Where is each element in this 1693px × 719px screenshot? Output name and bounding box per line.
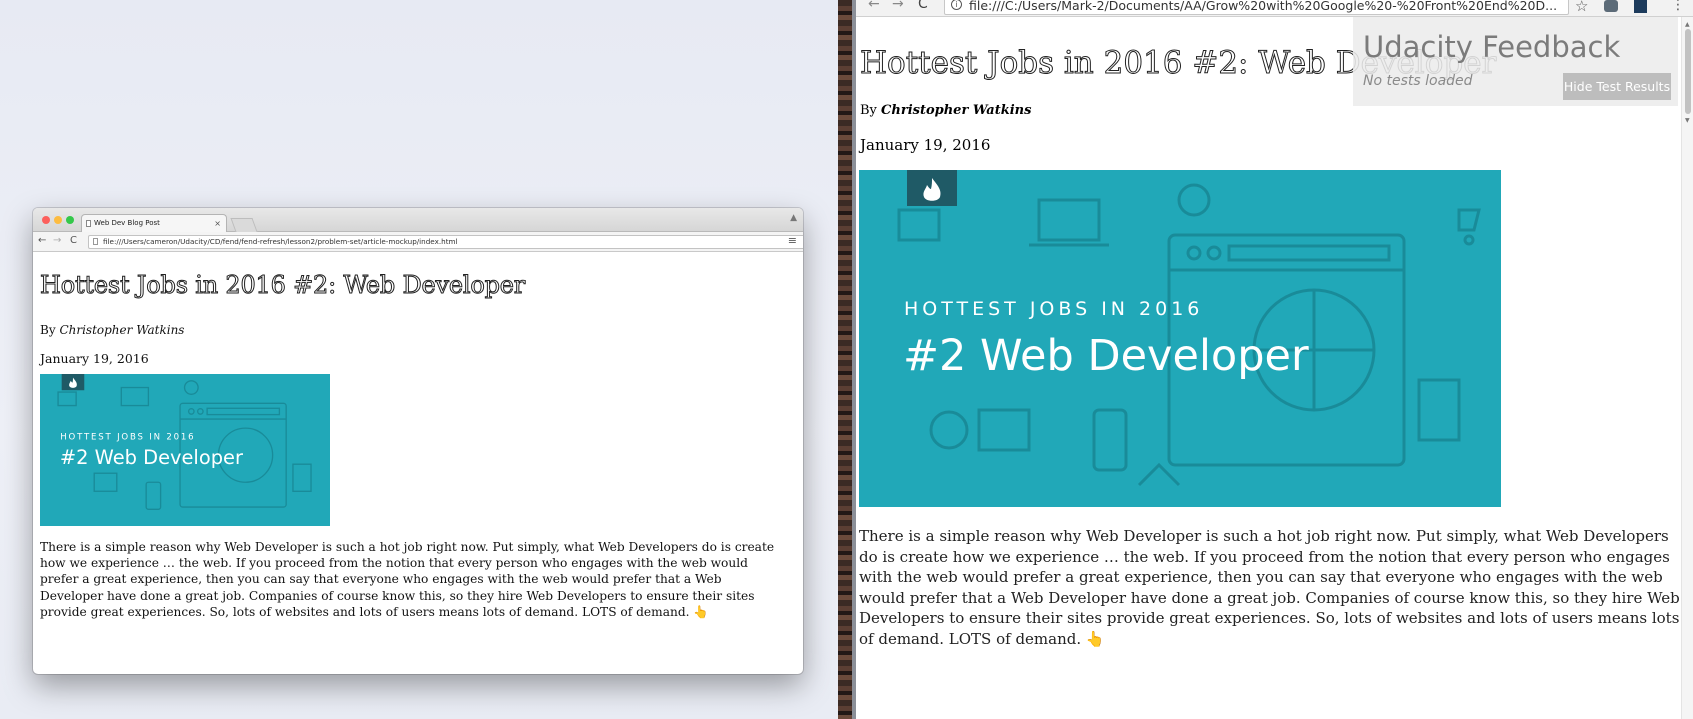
byline-prefix: By xyxy=(40,323,56,337)
hide-test-results-button[interactable]: Hide Test Results xyxy=(1563,73,1671,100)
extension-icon[interactable] xyxy=(1604,0,1618,12)
screen: Web Dev Blog Post × ▲ ← → C file:///User… xyxy=(0,0,1693,719)
svg-text:HOTTEST JOBS IN 2016: HOTTEST JOBS IN 2016 xyxy=(904,298,1203,320)
article-body: There is a simple reason why Web Develop… xyxy=(40,539,786,620)
mac-browser-window: Web Dev Blog Post × ▲ ← → C file:///User… xyxy=(33,208,803,674)
svg-text:#2 Web Developer: #2 Web Developer xyxy=(60,446,243,469)
mac-titlebar[interactable]: Web Dev Blog Post × ▲ xyxy=(33,208,803,232)
maximize-window-button[interactable] xyxy=(66,216,74,224)
chrome-browser-window: ← → C i file:///C:/Users/Mark-2/Document… xyxy=(856,0,1693,719)
file-icon xyxy=(93,238,98,245)
scrollbar[interactable]: ▲ ▼ xyxy=(1681,17,1693,719)
tab-close-icon[interactable]: × xyxy=(214,215,221,232)
menu-icon[interactable]: ⋮ xyxy=(1671,0,1685,13)
author-name: Christopher Watkins xyxy=(59,323,185,337)
svg-text:#2 Web Developer: #2 Web Developer xyxy=(903,331,1309,381)
scroll-up-icon[interactable]: ▲ xyxy=(1685,21,1690,28)
article-date: January 19, 2016 xyxy=(40,351,149,366)
scrollbar-thumb[interactable] xyxy=(1685,29,1691,114)
menu-icon[interactable]: ≡ xyxy=(788,234,797,247)
article-body: There is a simple reason why Web Develop… xyxy=(859,526,1689,650)
article-byline: By Christopher Watkins xyxy=(40,323,184,337)
close-window-button[interactable] xyxy=(42,216,50,224)
address-bar[interactable]: i file:///C:/Users/Mark-2/Documents/AA/G… xyxy=(944,0,1569,15)
page-content: Hottest Jobs in 2016 #2: Web Developer B… xyxy=(33,253,803,674)
tab-title: Web Dev Blog Post xyxy=(94,219,160,227)
article-date: January 19, 2016 xyxy=(860,136,991,154)
byline-prefix: By xyxy=(860,103,877,118)
udacity-feedback-title: Udacity Feedback xyxy=(1363,30,1621,64)
minimize-window-button[interactable] xyxy=(54,216,62,224)
udacity-feedback-panel: Udacity Feedback No tests loaded Hide Te… xyxy=(1353,17,1678,106)
svg-text:HOTTEST JOBS IN 2016: HOTTEST JOBS IN 2016 xyxy=(60,432,195,442)
author-name: Christopher Watkins xyxy=(881,103,1032,118)
page-content: Hottest Jobs in 2016 #2: Web Developer B… xyxy=(856,17,1693,719)
article-byline: By Christopher Watkins xyxy=(860,103,1031,118)
pointing-up-icon: 👆 xyxy=(1085,629,1105,648)
profile-icon[interactable]: ▲ xyxy=(790,213,797,223)
hero-image: HOTTEST JOBS IN 2016 #2 Web Developer xyxy=(40,374,330,526)
address-bar[interactable]: file:///Users/cameron/Udacity/CD/fend/fe… xyxy=(88,235,803,249)
reload-icon[interactable]: C xyxy=(918,0,928,12)
chrome-toolbar: ← → C i file:///C:/Users/Mark-2/Document… xyxy=(856,0,1693,17)
test-status: No tests loaded xyxy=(1363,73,1473,89)
address-bar-text: file:///Users/cameron/Udacity/CD/fend/fe… xyxy=(103,237,458,246)
forward-icon[interactable]: → xyxy=(892,0,904,12)
scroll-down-icon[interactable]: ▼ xyxy=(1685,117,1690,124)
forward-icon[interactable]: → xyxy=(53,235,61,246)
pointing-up-icon: 👆 xyxy=(693,604,709,619)
mac-toolbar: ← → C file:///Users/cameron/Udacity/CD/f… xyxy=(33,232,803,252)
hero-image: HOTTEST JOBS IN 2016 #2 Web Developer xyxy=(859,170,1501,507)
extension-icon[interactable] xyxy=(1634,0,1647,13)
info-icon[interactable]: i xyxy=(951,0,962,10)
article-body-text: There is a simple reason why Web Develop… xyxy=(40,540,775,619)
new-tab-button[interactable] xyxy=(230,218,258,232)
back-icon[interactable]: ← xyxy=(868,0,880,12)
back-icon[interactable]: ← xyxy=(38,235,46,246)
article-body-text: There is a simple reason why Web Develop… xyxy=(859,527,1680,648)
reload-icon[interactable]: C xyxy=(70,235,77,246)
address-bar-text: file:///C:/Users/Mark-2/Documents/AA/Gro… xyxy=(969,0,1558,13)
tab-web-dev-blog-post[interactable]: Web Dev Blog Post × xyxy=(81,214,227,232)
article-title: Hottest Jobs in 2016 #2: Web Developer xyxy=(39,271,526,300)
document-icon xyxy=(86,220,91,227)
bookmark-star-icon[interactable]: ☆ xyxy=(1575,0,1588,15)
